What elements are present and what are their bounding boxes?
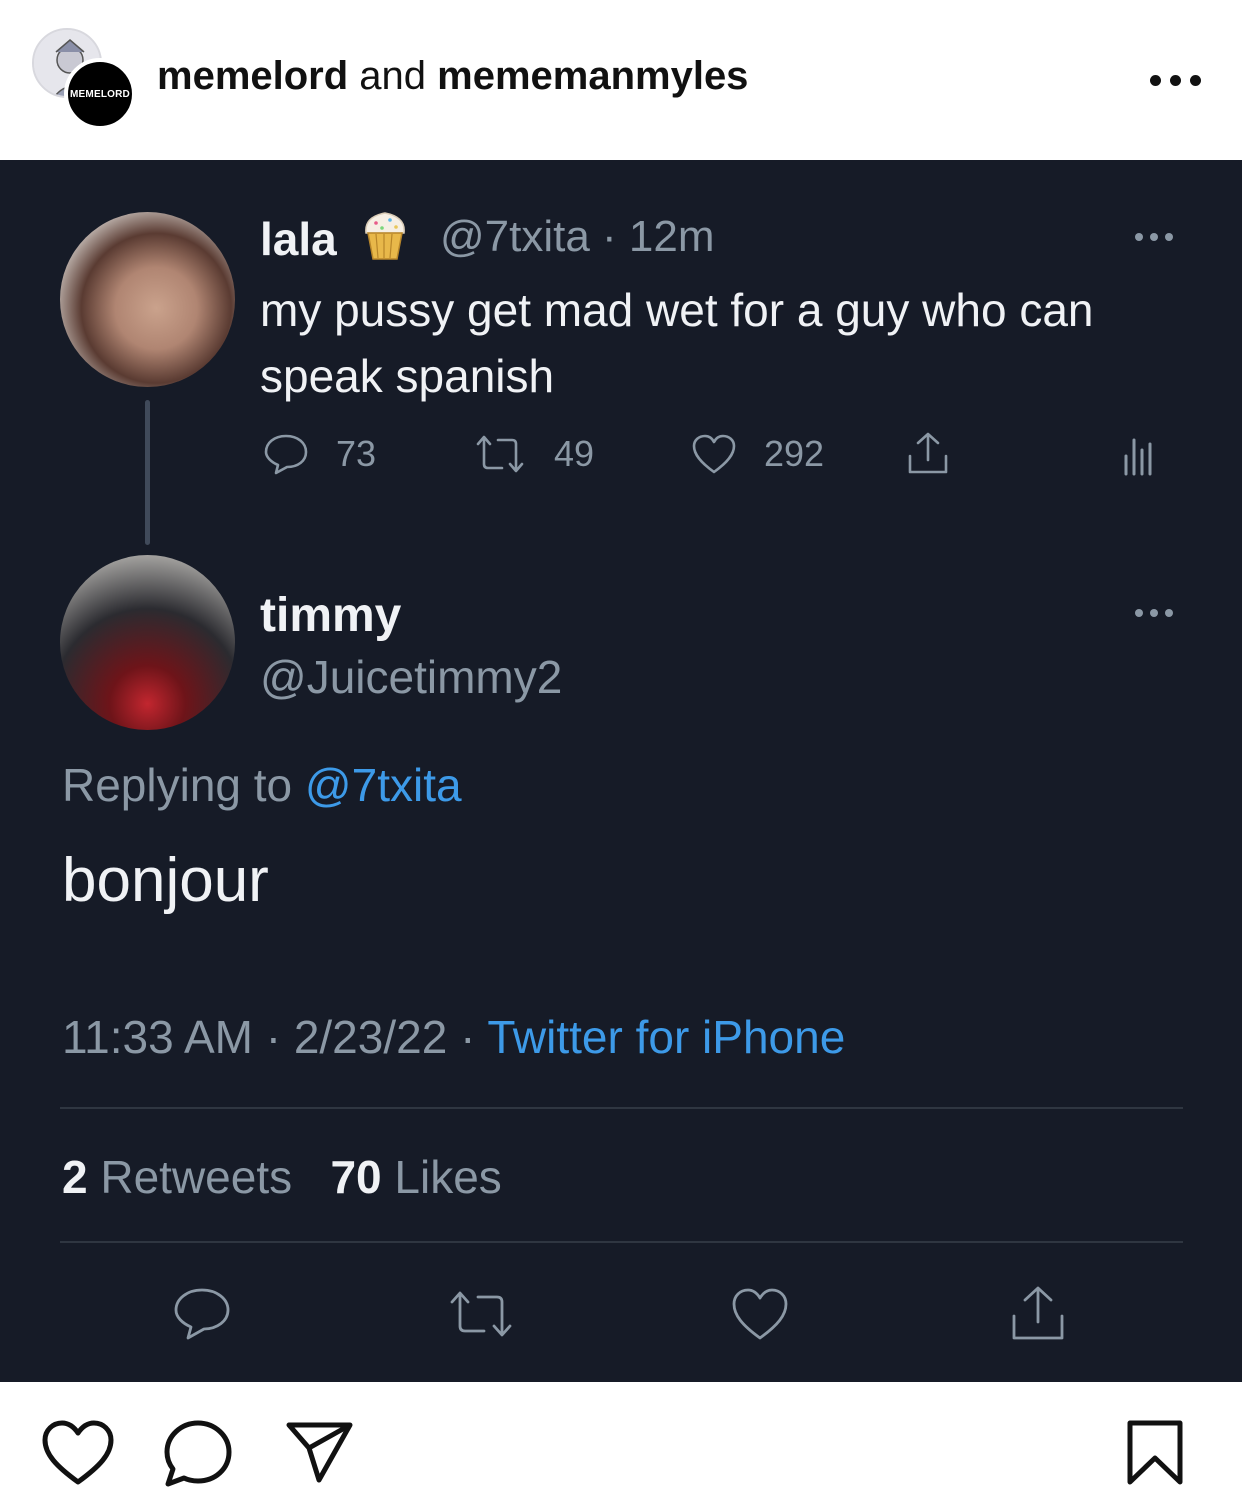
ellipsis-dot	[1170, 74, 1181, 86]
tweet-more-button[interactable]	[1135, 233, 1173, 241]
timmy-handle: @Juicetimmy2	[260, 651, 563, 703]
share-icon	[908, 432, 948, 474]
post-header: MEMELORD memelord and mememanmyles	[0, 0, 1242, 160]
lala-tweet-text: my pussy get mad wet for a guy who can s…	[260, 284, 1094, 402]
reply-tweet-text: bonjour	[62, 846, 269, 915]
timmy-avatar	[60, 555, 235, 730]
share-button[interactable]	[1008, 1284, 1068, 1347]
divider	[60, 1107, 1183, 1109]
ellipsis-icon	[1150, 74, 1161, 86]
replying-to: Replying to @7txita	[62, 758, 462, 812]
save-post-button[interactable]	[1124, 1418, 1186, 1493]
lala-display-name: lala	[260, 213, 337, 265]
reply-action[interactable]: 73	[262, 432, 376, 476]
author-primary[interactable]: memelord	[157, 54, 348, 98]
memelord-logo-text: MEMELORD	[70, 88, 130, 100]
ellipsis-dot	[1190, 74, 1201, 86]
comment-icon	[174, 1288, 230, 1340]
engagement-stats: 2 Retweets 70 Likes	[62, 1150, 502, 1204]
more-options-button[interactable]	[1150, 70, 1206, 90]
retweet-icon	[450, 1291, 512, 1337]
share-icon	[1012, 1286, 1064, 1340]
tweet-timestamp: 11:33 AM · 2/23/22 ·	[62, 1011, 488, 1063]
divider	[60, 1241, 1183, 1243]
author-avatars[interactable]: MEMELORD	[32, 28, 137, 133]
retweet-action[interactable]: 49	[472, 432, 594, 476]
like-post-button[interactable]	[40, 1418, 116, 1493]
likes-count: 70	[330, 1151, 382, 1203]
analytics-icon	[1124, 438, 1152, 476]
retweet-count: 49	[554, 433, 595, 474]
ellipsis-icon	[1135, 233, 1143, 241]
ellipsis-icon	[1135, 609, 1143, 617]
ellipsis-dot	[1150, 233, 1158, 241]
tweet-metadata: 11:33 AM · 2/23/22 · Twitter for iPhone	[62, 1010, 845, 1064]
like-count: 292	[764, 433, 825, 474]
retweet-icon	[476, 435, 524, 473]
reply-more-button[interactable]	[1135, 609, 1173, 617]
ellipsis-dot	[1165, 233, 1173, 241]
share-icon	[286, 1422, 353, 1483]
replying-to-label: Replying to	[62, 759, 305, 811]
retweets-count: 2	[62, 1151, 88, 1203]
comment-post-button[interactable]	[162, 1418, 234, 1493]
avatar-memelord: MEMELORD	[64, 58, 136, 130]
cupcake-icon	[354, 203, 416, 265]
post-authors[interactable]: memelord and mememanmyles	[157, 54, 748, 99]
timmy-display-name: timmy	[260, 589, 402, 642]
reply-count: 73	[336, 433, 377, 474]
analytics-action[interactable]	[1120, 436, 1156, 476]
share-action[interactable]	[904, 430, 952, 476]
tweet-source[interactable]: Twitter for iPhone	[487, 1011, 845, 1063]
heart-icon	[692, 434, 736, 474]
thread-connector	[145, 400, 150, 545]
lala-handle-time: @7txita · 12m	[440, 212, 715, 261]
author-conjunction: and	[348, 54, 438, 98]
heart-icon	[732, 1288, 788, 1340]
like-button[interactable]	[730, 1286, 790, 1347]
comment-icon	[264, 434, 308, 475]
ellipsis-dot	[1150, 609, 1158, 617]
likes-label[interactable]: Likes	[382, 1151, 501, 1203]
bookmark-icon	[1127, 1420, 1183, 1485]
ellipsis-dot	[1165, 609, 1173, 617]
retweets-label[interactable]: Retweets	[88, 1151, 292, 1203]
share-post-button[interactable]	[284, 1420, 356, 1491]
comment-icon	[164, 1420, 232, 1487]
lala-avatar	[60, 212, 235, 387]
retweet-button[interactable]	[446, 1288, 516, 1345]
heart-icon	[42, 1420, 114, 1485]
replying-to-mention[interactable]: @7txita	[305, 759, 462, 811]
like-action[interactable]: 292	[690, 432, 824, 476]
author-secondary[interactable]: mememanmyles	[437, 54, 748, 98]
reply-button[interactable]	[172, 1286, 232, 1347]
